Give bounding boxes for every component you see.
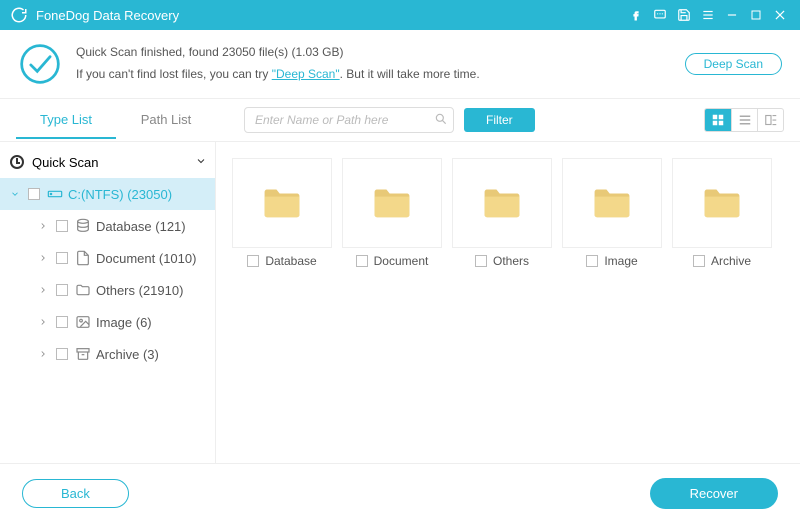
- chevron-down-icon[interactable]: [195, 155, 207, 170]
- tree-item-document[interactable]: Document (1010): [0, 242, 215, 274]
- save-icon[interactable]: [672, 3, 696, 27]
- chevron-right-icon: [36, 285, 50, 295]
- checkbox[interactable]: [56, 316, 68, 328]
- maximize-icon[interactable]: [744, 3, 768, 27]
- chevron-down-icon: [8, 189, 22, 199]
- tree-item-label: Document (1010): [96, 251, 207, 266]
- status-hint-a: If you can't find lost files, you can tr…: [76, 67, 272, 81]
- tree-quick-scan[interactable]: Quick Scan: [0, 146, 215, 178]
- checkbox[interactable]: [56, 220, 68, 232]
- checkbox[interactable]: [28, 188, 40, 200]
- checkmark-icon: [18, 42, 62, 86]
- checkbox[interactable]: [356, 255, 368, 267]
- recover-button[interactable]: Recover: [650, 478, 778, 509]
- tree-item-image[interactable]: Image (6): [0, 306, 215, 338]
- minimize-icon[interactable]: [720, 3, 744, 27]
- folder-label-row: Document: [356, 254, 429, 268]
- folder-item[interactable]: Document: [342, 158, 442, 268]
- checkbox[interactable]: [56, 348, 68, 360]
- folder-icon: [232, 158, 332, 248]
- folder-label-row: Archive: [693, 254, 751, 268]
- view-list-icon[interactable]: [731, 109, 757, 131]
- footer: Back Recover: [0, 463, 800, 523]
- chevron-right-icon: [36, 253, 50, 263]
- folder-item[interactable]: Others: [452, 158, 552, 268]
- filter-button[interactable]: Filter: [464, 108, 535, 132]
- tree-item-database[interactable]: Database (121): [0, 210, 215, 242]
- status-text: Quick Scan finished, found 23050 file(s)…: [76, 42, 671, 85]
- close-icon[interactable]: [768, 3, 792, 27]
- folder-item[interactable]: Image: [562, 158, 662, 268]
- chevron-right-icon: [36, 349, 50, 359]
- folder-label: Others: [493, 254, 529, 268]
- checkbox[interactable]: [56, 284, 68, 296]
- folder-label-row: Others: [475, 254, 529, 268]
- tree-drive[interactable]: C:(NTFS) (23050): [0, 178, 215, 210]
- tree-item-label: Archive (3): [96, 347, 207, 362]
- archive-icon: [74, 346, 92, 362]
- app-logo-icon: [10, 6, 28, 24]
- folder-icon: [452, 158, 552, 248]
- folder-item[interactable]: Database: [232, 158, 332, 268]
- search-input[interactable]: [244, 107, 454, 133]
- folder-icon: [562, 158, 662, 248]
- folder-icon: [342, 158, 442, 248]
- content-grid: Database Document Others Image Archive: [216, 142, 800, 463]
- checkbox[interactable]: [693, 255, 705, 267]
- back-button[interactable]: Back: [22, 479, 129, 508]
- checkbox[interactable]: [247, 255, 259, 267]
- list-tabs: Type List Path List: [16, 102, 216, 139]
- tree-item-others[interactable]: Others (21910): [0, 274, 215, 306]
- folder-label: Database: [265, 254, 316, 268]
- status-suffix: ): [340, 45, 344, 59]
- tree-item-label: Image (6): [96, 315, 207, 330]
- status-size: 1.03 GB: [295, 45, 339, 59]
- view-toggle: [704, 108, 784, 132]
- chevron-right-icon: [36, 221, 50, 231]
- database-icon: [74, 218, 92, 234]
- menu-icon[interactable]: [696, 3, 720, 27]
- checkbox[interactable]: [475, 255, 487, 267]
- checkbox[interactable]: [56, 252, 68, 264]
- app-title: FoneDog Data Recovery: [36, 8, 624, 23]
- folder-label: Image: [604, 254, 637, 268]
- sidebar: Quick Scan C:(NTFS) (23050) Database (12…: [0, 142, 216, 463]
- clock-icon: [10, 155, 24, 169]
- status-hint-b: . But it will take more time.: [340, 67, 480, 81]
- tree-item-label: Others (21910): [96, 283, 207, 298]
- image-icon: [74, 314, 92, 330]
- checkbox[interactable]: [586, 255, 598, 267]
- folder-icon: [672, 158, 772, 248]
- status-mid: file(s) (: [255, 45, 295, 59]
- search-box: [244, 107, 454, 133]
- tab-type-list[interactable]: Type List: [16, 102, 116, 139]
- tree-item-archive[interactable]: Archive (3): [0, 338, 215, 370]
- feedback-icon[interactable]: [648, 3, 672, 27]
- folder-label-row: Image: [586, 254, 637, 268]
- status-panel: Quick Scan finished, found 23050 file(s)…: [0, 30, 800, 99]
- chevron-right-icon: [36, 317, 50, 327]
- view-detail-icon[interactable]: [757, 109, 783, 131]
- deep-scan-button[interactable]: Deep Scan: [685, 53, 782, 75]
- status-prefix: Quick Scan finished, found: [76, 45, 222, 59]
- status-file-count: 23050: [222, 45, 255, 59]
- folder-label: Document: [374, 254, 429, 268]
- view-grid-icon[interactable]: [705, 109, 731, 131]
- folder-label-row: Database: [247, 254, 316, 268]
- drive-icon: [46, 186, 64, 202]
- facebook-icon[interactable]: [624, 3, 648, 27]
- search-icon[interactable]: [434, 112, 448, 131]
- main-area: Quick Scan C:(NTFS) (23050) Database (12…: [0, 141, 800, 463]
- tree-item-label: Database (121): [96, 219, 207, 234]
- folder-icon: [74, 282, 92, 298]
- tree-quick-scan-label: Quick Scan: [32, 155, 195, 170]
- toolbar: Type List Path List Filter: [0, 99, 800, 141]
- tab-path-list[interactable]: Path List: [116, 102, 216, 139]
- folder-label: Archive: [711, 254, 751, 268]
- document-icon: [74, 250, 92, 266]
- tree-drive-label: C:(NTFS) (23050): [68, 187, 207, 202]
- deep-scan-link[interactable]: "Deep Scan": [272, 67, 340, 81]
- title-bar: FoneDog Data Recovery: [0, 0, 800, 30]
- folder-item[interactable]: Archive: [672, 158, 772, 268]
